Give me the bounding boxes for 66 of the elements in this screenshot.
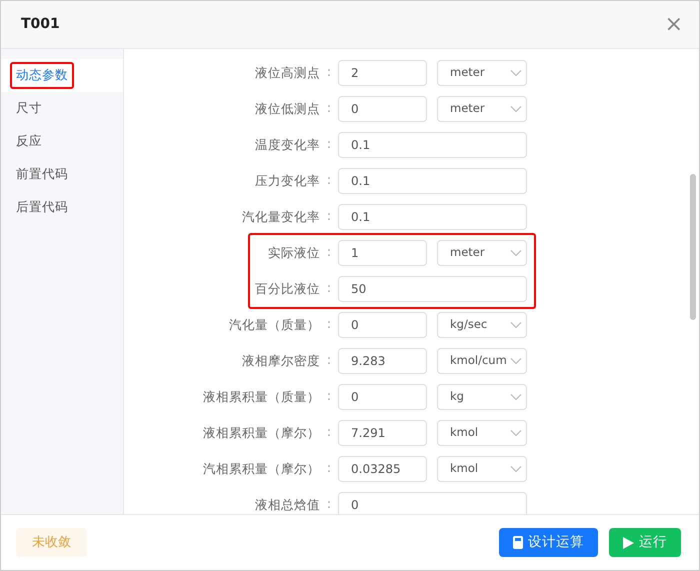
unit-select[interactable]: kmol/cum [437, 348, 527, 374]
colon: : [326, 244, 332, 262]
chevron-down-icon [510, 429, 522, 437]
field-label: 液相累积量（摩尔） [202, 424, 320, 442]
field-label: 温度变化率 [254, 136, 320, 154]
chevron-down-icon [510, 69, 522, 77]
colon: : [326, 316, 332, 334]
chevron-down-icon [510, 321, 522, 329]
colon: : [326, 100, 332, 118]
colon: : [326, 460, 332, 478]
field-label: 液相总焓值 [254, 496, 320, 514]
sidebar-item[interactable]: 反应 [10, 128, 48, 155]
field-label: 汽化量（质量） [228, 316, 320, 334]
chevron-down-icon [510, 105, 522, 113]
scrollbar-thumb[interactable] [690, 174, 696, 320]
colon: : [326, 352, 332, 370]
field-label: 液相累积量（质量） [202, 388, 320, 406]
field-label: 百分比液位 [254, 280, 320, 298]
field-label: 汽相累积量（摩尔） [202, 460, 320, 478]
unit-select[interactable]: kmol [437, 456, 527, 482]
chevron-down-icon [510, 393, 522, 401]
unit-select[interactable]: kg/sec [437, 312, 527, 338]
input-field[interactable]: 0.03285 [338, 456, 427, 482]
unit-select[interactable]: meter [437, 240, 527, 266]
input-field[interactable]: 0 [338, 96, 427, 122]
status-tag: 未收敛 [16, 528, 87, 558]
input-field[interactable]: 0.1 [338, 168, 527, 194]
colon: : [326, 136, 332, 154]
field-label: 汽化量变化率 [241, 208, 320, 226]
input-field[interactable]: 0.1 [338, 132, 527, 158]
input-field[interactable]: 0 [338, 492, 527, 514]
chevron-down-icon [510, 465, 522, 473]
unit-select[interactable]: kmol [437, 420, 527, 446]
sidebar-item[interactable]: 动态参数 [10, 62, 74, 89]
chevron-down-icon [510, 249, 522, 257]
colon: : [326, 208, 332, 226]
colon: : [326, 496, 332, 514]
dialog-title: T001 [21, 15, 60, 34]
input-field[interactable]: 0.1 [338, 204, 527, 230]
colon: : [326, 64, 332, 82]
field-label: 实际液位 [267, 244, 320, 262]
colon: : [326, 172, 332, 190]
input-field[interactable]: 9.283 [338, 348, 427, 374]
design-button[interactable]: 设计运算 [499, 528, 598, 557]
colon: : [326, 424, 332, 442]
chevron-down-icon [510, 357, 522, 365]
play-icon [623, 536, 634, 548]
sidebar-item[interactable]: 尺寸 [10, 95, 48, 122]
field-label: 液位低测点 [254, 100, 320, 118]
input-field[interactable]: 7.291 [338, 420, 427, 446]
unit-select[interactable]: meter [437, 96, 527, 122]
field-label: 液相摩尔密度 [241, 352, 320, 370]
field-label: 压力变化率 [254, 172, 320, 190]
field-label: 液位高测点 [254, 64, 320, 82]
input-field[interactable]: 0 [338, 384, 427, 410]
input-field[interactable]: 1 [338, 240, 427, 266]
input-field[interactable]: 50 [338, 276, 527, 302]
unit-select[interactable]: meter [437, 60, 527, 86]
unit-select[interactable]: kg [437, 384, 527, 410]
colon: : [326, 388, 332, 406]
calculator-icon [513, 536, 523, 549]
sidebar-item[interactable]: 后置代码 [10, 194, 74, 221]
colon: : [326, 280, 332, 298]
input-field[interactable]: 2 [338, 60, 427, 86]
sidebar-item[interactable]: 前置代码 [10, 161, 74, 188]
input-field[interactable]: 0 [338, 312, 427, 338]
